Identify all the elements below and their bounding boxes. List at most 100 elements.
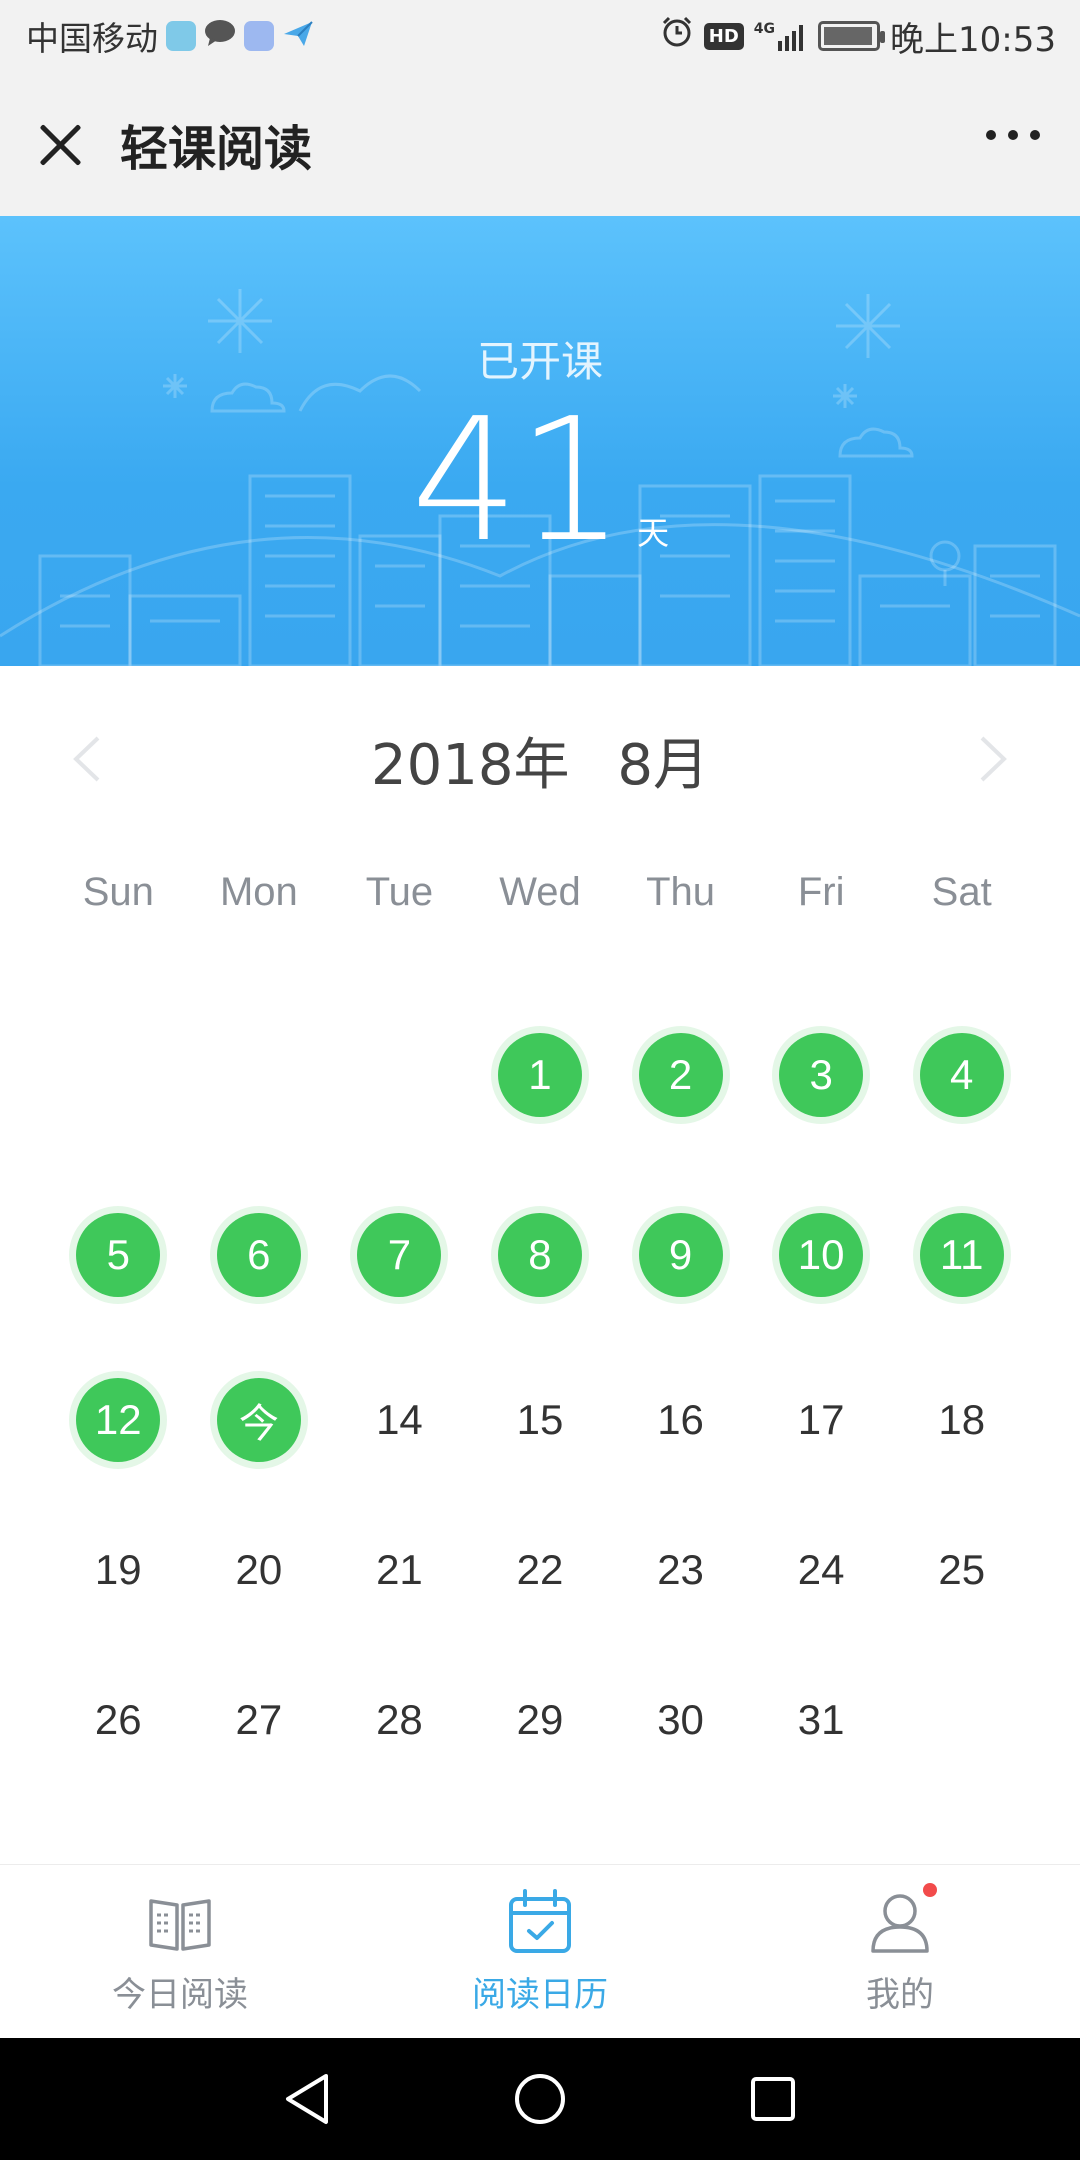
calendar-day-today[interactable]: 今 bbox=[216, 1378, 301, 1462]
calendar-cell: 23 bbox=[610, 1495, 751, 1645]
calendar-day[interactable]: 21 bbox=[357, 1528, 441, 1612]
calendar-cell: 16 bbox=[610, 1345, 751, 1495]
calendar-day[interactable]: 22 bbox=[498, 1528, 582, 1612]
calendar-day[interactable]: 27 bbox=[217, 1678, 301, 1762]
weekday-label: Sun bbox=[82, 870, 154, 914]
calendar-day[interactable]: 10 bbox=[779, 1213, 864, 1297]
calendar-cell: 12 bbox=[48, 1345, 189, 1495]
tab-label: 阅读日历 bbox=[472, 1975, 608, 2015]
plane-app-icon bbox=[282, 17, 314, 56]
notification-badge-dot bbox=[923, 1883, 937, 1897]
calendar-cell: 4 bbox=[891, 985, 1032, 1165]
calendar-day[interactable]: 1 bbox=[497, 1033, 582, 1117]
calendar-day[interactable]: 6 bbox=[216, 1213, 301, 1297]
status-bar-right: HD 4G 晚上10:53 bbox=[660, 12, 1056, 61]
calendar-day[interactable]: 11 bbox=[919, 1213, 1004, 1297]
calendar-cell: 18 bbox=[891, 1345, 1032, 1495]
calendar-cell bbox=[329, 985, 470, 1165]
calendar-cell: 8 bbox=[470, 1165, 611, 1345]
calendar-cell: 29 bbox=[470, 1645, 611, 1795]
app-notification-icon bbox=[166, 21, 196, 51]
calendar-day[interactable]: 28 bbox=[357, 1678, 441, 1762]
course-started-label: 已开课 bbox=[476, 337, 603, 386]
person-icon bbox=[865, 1883, 937, 1957]
calendar-cell: 24 bbox=[751, 1495, 892, 1645]
tab-reading-calendar[interactable]: 阅读日历 bbox=[360, 1865, 720, 2038]
tab-mine[interactable]: 我的 bbox=[720, 1865, 1080, 2038]
calendar-cell: 1 bbox=[470, 985, 611, 1165]
calendar-day[interactable]: 12 bbox=[76, 1378, 161, 1462]
calendar-day[interactable]: 29 bbox=[498, 1678, 582, 1762]
weekday-label: Wed bbox=[499, 870, 581, 914]
calendar-day[interactable]: 14 bbox=[357, 1378, 441, 1462]
more-icon[interactable] bbox=[986, 130, 1040, 140]
calendar-day[interactable]: 24 bbox=[779, 1528, 863, 1612]
prev-month-chevron-icon[interactable] bbox=[64, 734, 114, 784]
calendar-day[interactable]: 4 bbox=[919, 1033, 1004, 1117]
system-nav-bar bbox=[0, 2038, 1080, 2160]
close-icon[interactable] bbox=[30, 114, 90, 174]
calendar-cell: 7 bbox=[329, 1165, 470, 1345]
weekday-label: Mon bbox=[219, 870, 298, 914]
battery-icon bbox=[818, 21, 886, 51]
calendar-cell: 9 bbox=[610, 1165, 751, 1345]
calendar-check-icon bbox=[509, 1889, 571, 1953]
weekday-label: Sat bbox=[931, 870, 992, 914]
calendar-day[interactable]: 5 bbox=[76, 1213, 161, 1297]
calendar-cell bbox=[189, 985, 330, 1165]
calendar-cell: 今 bbox=[189, 1345, 330, 1495]
recents-square-icon[interactable] bbox=[743, 2069, 803, 2129]
calendar-day[interactable]: 9 bbox=[638, 1213, 723, 1297]
calendar-cell: 30 bbox=[610, 1645, 751, 1795]
calendar-day[interactable]: 30 bbox=[639, 1678, 723, 1762]
weekday-row: Sun Mon Tue Wed Thu Fri Sat bbox=[0, 870, 1080, 915]
calendar-cell: 21 bbox=[329, 1495, 470, 1645]
calendar-cell bbox=[48, 985, 189, 1165]
calendar-cell: 19 bbox=[48, 1495, 189, 1645]
carrier-label: 中国移动 bbox=[26, 19, 158, 58]
calendar-day[interactable]: 8 bbox=[497, 1213, 582, 1297]
days-unit: 天 bbox=[637, 514, 670, 552]
calendar-cell: 26 bbox=[48, 1645, 189, 1795]
calendar-day[interactable]: 3 bbox=[779, 1033, 864, 1117]
month-label: 2018年 8月 bbox=[371, 732, 709, 798]
calendar-cell: 27 bbox=[189, 1645, 330, 1795]
calendar-day[interactable]: 26 bbox=[76, 1678, 160, 1762]
weekday-label: Fri bbox=[797, 870, 845, 914]
calendar-day[interactable]: 2 bbox=[638, 1033, 723, 1117]
calendar-day[interactable]: 23 bbox=[639, 1528, 723, 1612]
app-icon bbox=[244, 21, 274, 51]
next-month-chevron-icon[interactable] bbox=[966, 734, 1016, 784]
weekday-label: Tue bbox=[365, 870, 434, 914]
calendar-cell: 20 bbox=[189, 1495, 330, 1645]
status-bar: 中国移动 HD 4G 晚上10:53 bbox=[0, 0, 1080, 72]
calendar-cell: 5 bbox=[48, 1165, 189, 1345]
calendar-day[interactable]: 31 bbox=[779, 1678, 863, 1762]
title-bar: 轻课阅读 bbox=[0, 72, 1080, 216]
calendar-cell: 2 bbox=[610, 985, 751, 1165]
calendar-cell: 31 bbox=[751, 1645, 892, 1795]
page-title: 轻课阅读 bbox=[120, 121, 313, 177]
tab-label: 我的 bbox=[866, 1975, 934, 2015]
home-circle-icon[interactable] bbox=[510, 2069, 570, 2129]
bottom-tab-bar: 今日阅读 阅读日历 我的 bbox=[0, 1864, 1080, 2038]
calendar-header: 2018年 8月 bbox=[0, 700, 1080, 820]
calendar-day[interactable]: 20 bbox=[217, 1528, 301, 1612]
alarm-icon bbox=[660, 15, 694, 58]
calendar-day[interactable]: 15 bbox=[498, 1378, 582, 1462]
calendar-day[interactable]: 19 bbox=[76, 1528, 160, 1612]
calendar-day[interactable]: 25 bbox=[920, 1528, 1004, 1612]
calendar-cell: 25 bbox=[891, 1495, 1032, 1645]
calendar-day[interactable]: 17 bbox=[779, 1378, 863, 1462]
calendar-cell: 15 bbox=[470, 1345, 611, 1495]
calendar-cell: 11 bbox=[891, 1165, 1032, 1345]
calendar-day[interactable]: 7 bbox=[357, 1213, 442, 1297]
hd-icon: HD bbox=[703, 22, 744, 50]
calendar-day[interactable]: 16 bbox=[639, 1378, 723, 1462]
status-bar-left: 中国移动 bbox=[26, 12, 314, 60]
tab-today-reading[interactable]: 今日阅读 bbox=[0, 1865, 360, 2038]
back-triangle-icon[interactable] bbox=[277, 2069, 337, 2129]
calendar-day[interactable]: 18 bbox=[920, 1378, 1004, 1462]
weekday-label: Thu bbox=[646, 870, 716, 914]
calendar-cell: 22 bbox=[470, 1495, 611, 1645]
